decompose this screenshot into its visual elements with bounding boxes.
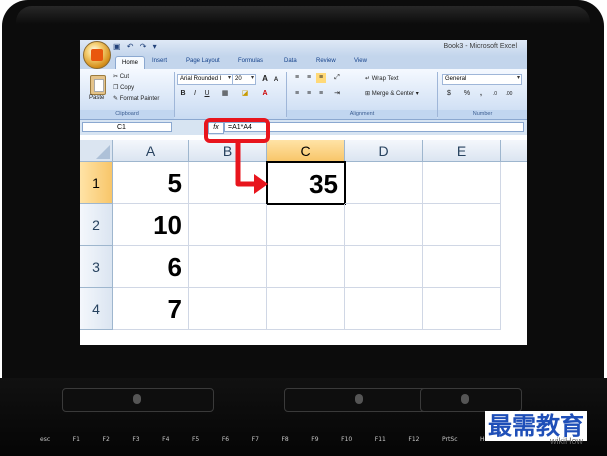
key-7: F7 <box>251 436 259 443</box>
key-3: F3 <box>132 436 140 443</box>
key-9: F9 <box>311 436 319 443</box>
key-5: F5 <box>191 436 200 443</box>
key-8: F8 <box>281 436 289 443</box>
hinge-led-icon <box>133 394 141 404</box>
hinge-right <box>420 388 522 412</box>
key-0: esc <box>40 436 51 443</box>
key-12: F12 <box>408 436 420 443</box>
bezel <box>16 6 590 24</box>
key-1: F1 <box>72 436 80 443</box>
key-10: F10 <box>341 436 353 443</box>
key-11: F11 <box>374 436 386 443</box>
hinge-led-icon <box>355 394 363 404</box>
hinge-left <box>62 388 214 412</box>
brand-watermark: wikiHow <box>550 436 584 446</box>
hinge-center <box>284 388 436 412</box>
excel-window: ▣ ↶ ↷ ▾ Book3 - Microsoft Excel Home Ins… <box>80 40 527 345</box>
key-2: F2 <box>102 436 110 443</box>
photo-stage: ▣ ↶ ↷ ▾ Book3 - Microsoft Excel Home Ins… <box>0 0 607 456</box>
key-4: F4 <box>162 436 170 443</box>
hinge-led-icon <box>461 394 469 404</box>
key-13: PrtSc <box>442 436 458 443</box>
key-6: F6 <box>221 436 230 443</box>
pointer-arrow-icon <box>235 143 268 194</box>
